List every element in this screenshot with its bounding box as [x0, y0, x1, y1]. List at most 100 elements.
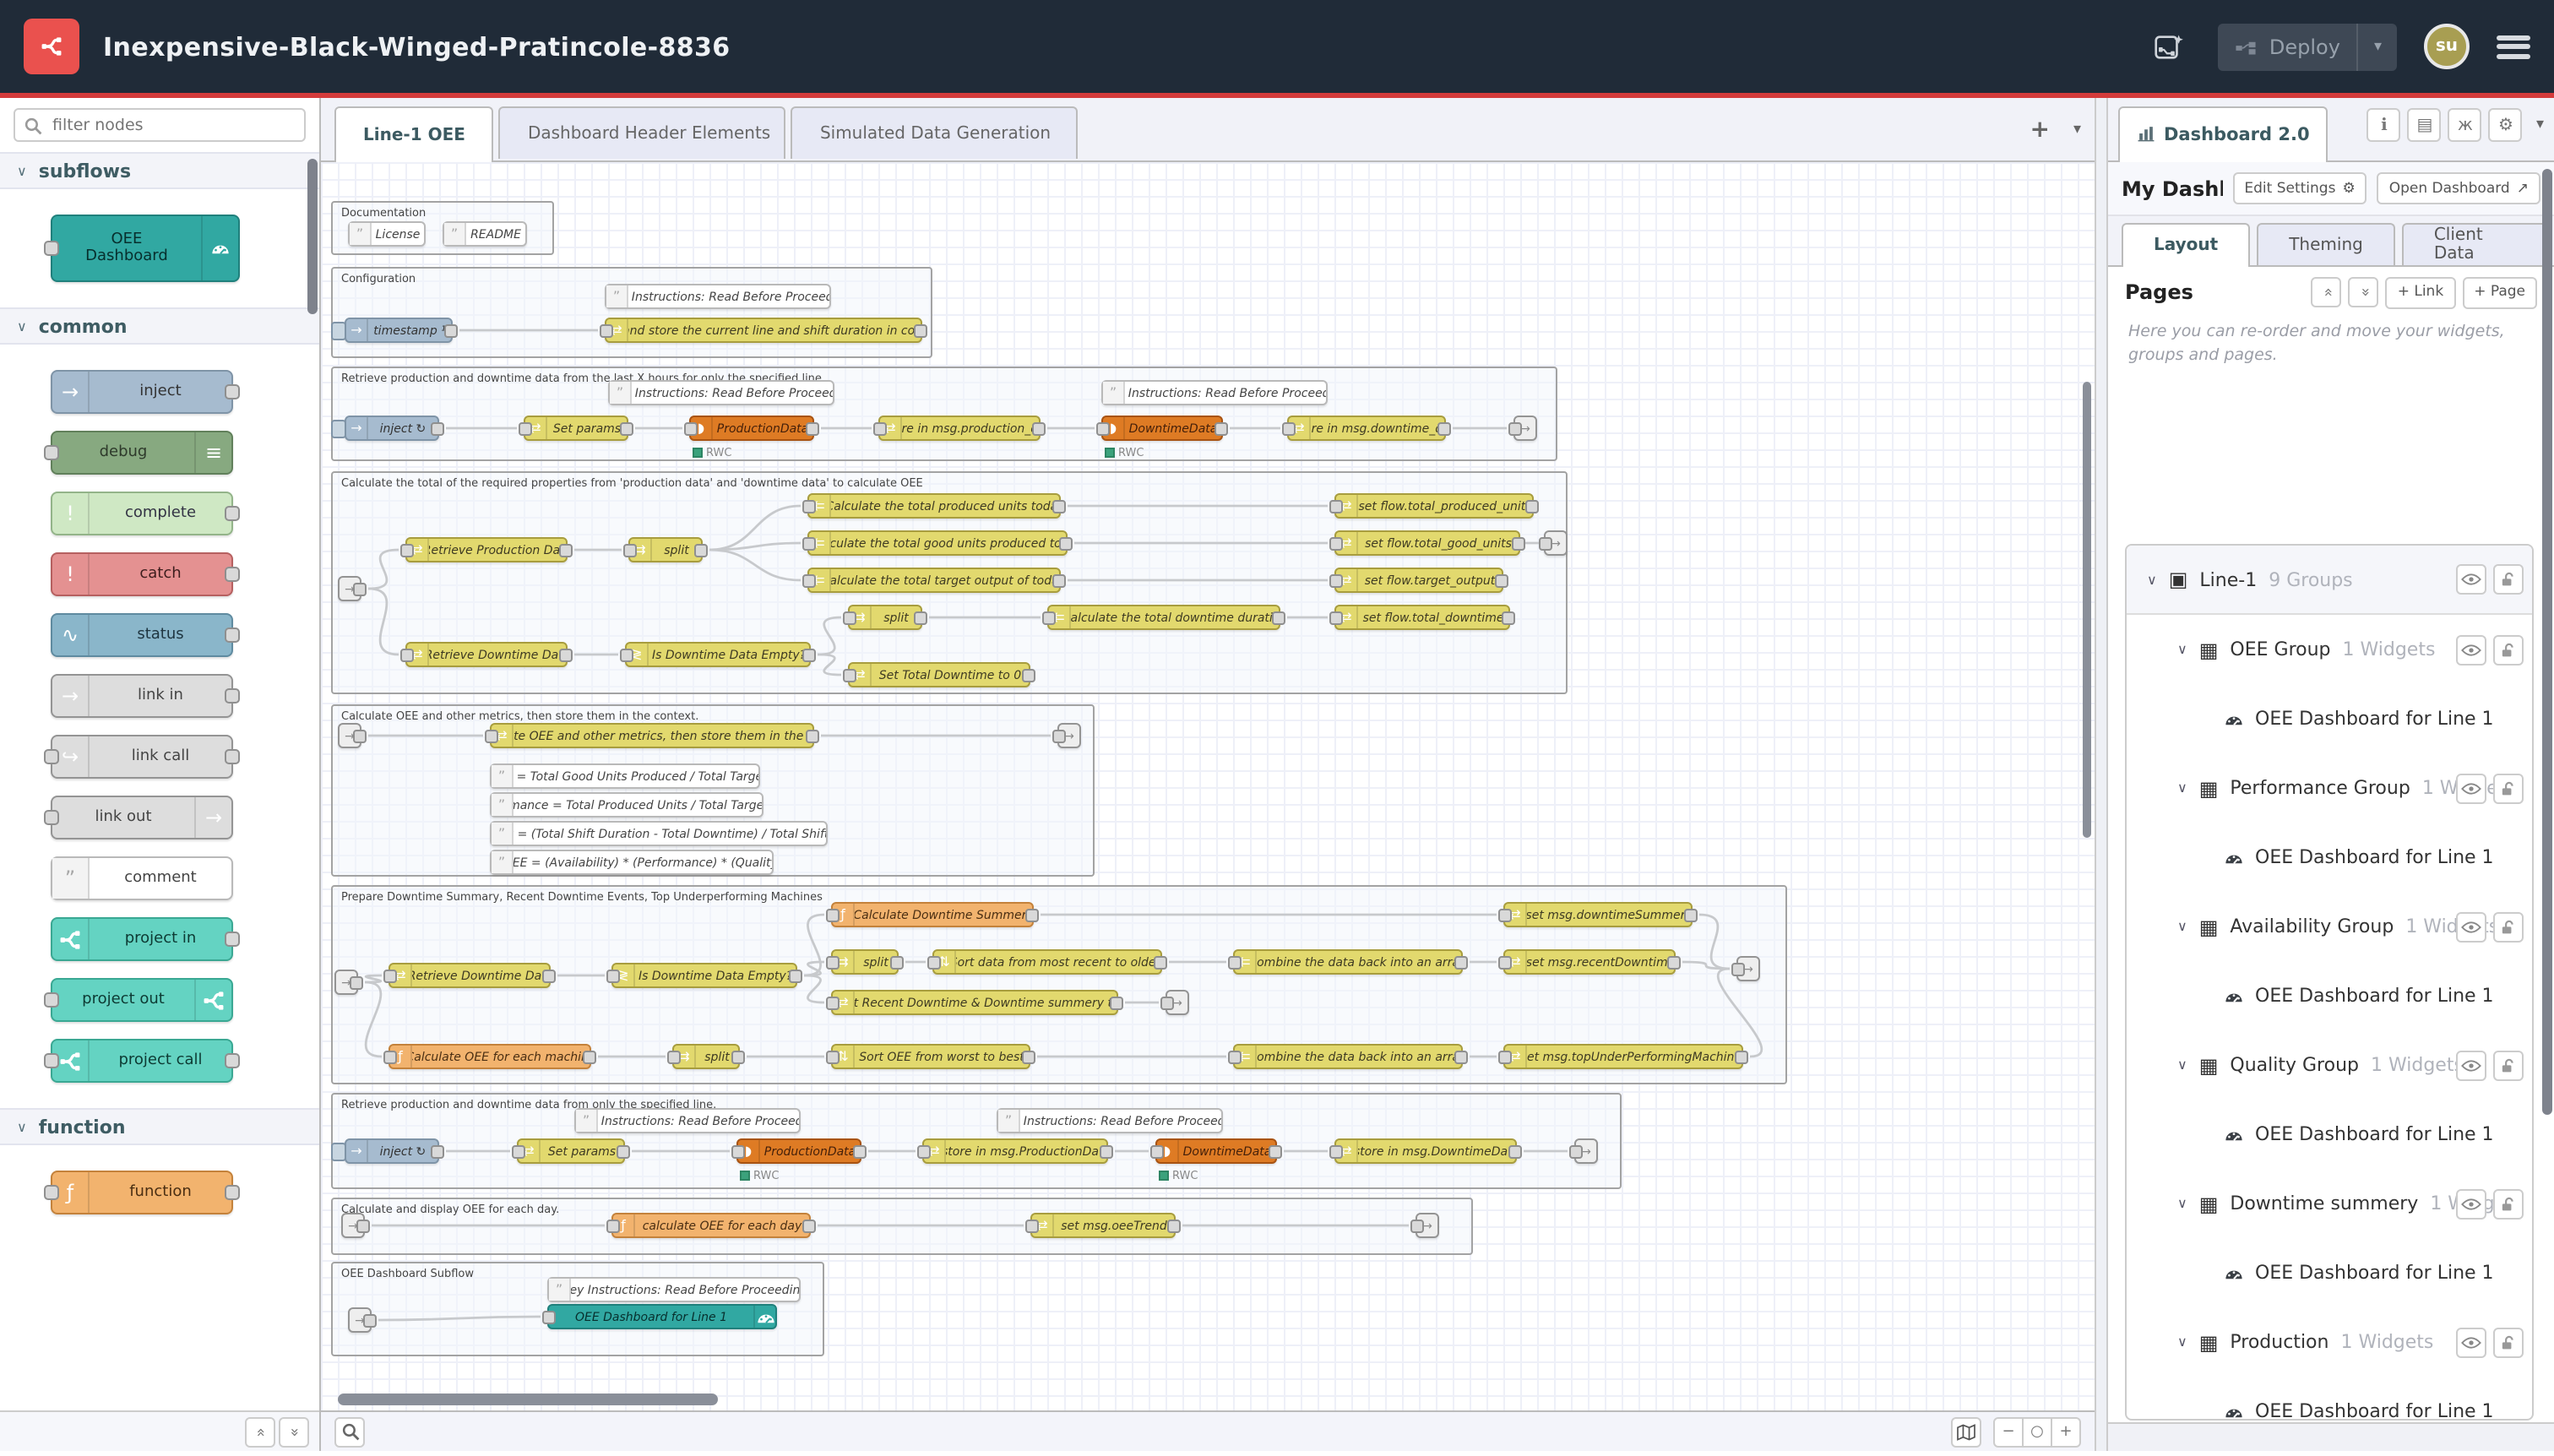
flow-node-linkin[interactable]: → [348, 1307, 372, 1333]
zoom-in-button[interactable]: + [2051, 1416, 2081, 1447]
node-input-port[interactable] [917, 1144, 931, 1158]
node-output-port[interactable] [1022, 668, 1035, 682]
flow-node-comment[interactable]: ”License [348, 221, 426, 247]
flow-node-comment[interactable]: ”Availavity = (Total Shift Duration - To… [490, 821, 828, 846]
node-input-port[interactable] [383, 1050, 397, 1063]
node-input-port[interactable] [620, 648, 633, 661]
flow-node-split[interactable]: ⇉split [848, 605, 922, 630]
flow-node-comment[interactable]: ”OEE = (Availability) * (Performance) * … [490, 850, 774, 875]
node-output-port[interactable] [559, 543, 573, 557]
tree-row-widget[interactable]: OEE Dashboard for Line 1 [2127, 823, 2532, 892]
add-page-button[interactable]: + Page [2462, 276, 2537, 308]
node-input-port[interactable] [1498, 1050, 1512, 1063]
palette-node-inject[interactable]: →inject [51, 370, 233, 414]
flow-node-inject[interactable]: →timestamp ¹ [345, 318, 453, 343]
palette-node-link-call[interactable]: ↪link call [51, 735, 233, 779]
visibility-toggle-button[interactable] [2456, 773, 2486, 803]
node-input-port[interactable] [383, 969, 397, 982]
flow-node-split[interactable]: ⇉split [628, 537, 703, 562]
node-output-port[interactable] [1508, 1144, 1522, 1158]
node-input-port[interactable] [1508, 421, 1522, 435]
node-output-port[interactable] [356, 1219, 370, 1232]
info-tab-button[interactable]: i [2367, 108, 2401, 142]
flow-node-function[interactable]: ƒcalculate OEE for each day [611, 1213, 811, 1238]
node-output-port[interactable] [583, 1050, 596, 1063]
node-input-port[interactable] [400, 648, 414, 661]
node-output-port[interactable] [1052, 573, 1066, 587]
palette-category-subflows[interactable]: ∨subflows [0, 152, 319, 189]
node-output-port[interactable] [1052, 499, 1066, 513]
node-output-port[interactable] [225, 932, 240, 947]
node-input-port[interactable] [1228, 955, 1242, 969]
flow-node-comment[interactable]: ”README [443, 221, 527, 247]
node-input-port[interactable] [44, 749, 59, 764]
node-input-port[interactable] [1329, 499, 1343, 513]
node-output-port[interactable] [1167, 1219, 1181, 1232]
flow-tab-dashboard-header-elements[interactable]: Dashboard Header Elements [499, 106, 786, 159]
node-output-port[interactable] [1059, 536, 1073, 550]
node-output-port[interactable] [1269, 1144, 1282, 1158]
sidebar-splitter[interactable] [2095, 98, 2108, 1451]
node-output-port[interactable] [1032, 421, 1046, 435]
node-input-port[interactable] [826, 955, 840, 969]
node-input-port[interactable] [623, 543, 637, 557]
sidebar-tab-dashboard[interactable]: Dashboard 2.0 [2118, 106, 2328, 162]
node-output-port[interactable] [620, 421, 633, 435]
flow-group[interactable]: Retrieve production and downtime data fr… [331, 367, 1557, 461]
flow-node-change[interactable]: ⇄Calculate OEE and other metrics, then s… [490, 723, 814, 748]
palette-node-project-out[interactable]: project out [51, 978, 233, 1022]
flow-node-inject[interactable]: →inject ↻ [345, 1138, 439, 1164]
add-link-button[interactable]: + Link [2386, 276, 2455, 308]
inject-button[interactable] [331, 1142, 346, 1160]
flow-node-influx[interactable]: ◗DowntimeData [1101, 416, 1223, 441]
flow-node-linkout[interactable]: → [1574, 1138, 1598, 1164]
user-avatar[interactable]: su [2424, 24, 2470, 69]
flow-node-sort[interactable]: ⇅Sort data from most recent to oldest [932, 949, 1162, 975]
node-input-port[interactable] [1150, 1144, 1164, 1158]
node-output-port[interactable] [1525, 499, 1539, 513]
lock-toggle-button[interactable] [2493, 911, 2524, 942]
deploy-button[interactable]: Deploy ▾ [2219, 23, 2397, 70]
flow-node-change[interactable]: ⇄set flow.total_good_units [1334, 530, 1520, 556]
node-input-port[interactable] [1329, 611, 1343, 624]
node-output-port[interactable] [1110, 996, 1123, 1009]
node-input-port[interactable] [873, 421, 887, 435]
node-input-port[interactable] [843, 611, 856, 624]
flow-node-change[interactable]: ⇄Retrieve Downtime Data [405, 642, 568, 667]
node-input-port[interactable] [802, 536, 816, 550]
node-output-port[interactable] [1502, 611, 1515, 624]
node-output-port[interactable] [363, 1313, 377, 1327]
flow-node-linkout[interactable]: → [1057, 723, 1081, 748]
sidebar-subtab-client-data[interactable]: Client Data [2402, 223, 2547, 265]
node-output-port[interactable] [1437, 421, 1451, 435]
flow-group[interactable]: Configuration [331, 267, 932, 358]
palette-node-project-in[interactable]: project in [51, 917, 233, 961]
palette-scrollbar[interactable] [307, 159, 318, 314]
flow-node-comment[interactable]: ”Key Instructions: Read Before Proceedin… [547, 1277, 801, 1302]
node-output-port[interactable] [353, 729, 367, 742]
palette-category-function[interactable]: ∨function [0, 1108, 319, 1145]
flow-node-linkin[interactable]: → [338, 723, 361, 748]
flow-node-comment[interactable]: ”Key Instructions: Read Before Proceedin… [997, 1108, 1223, 1133]
canvas-vertical-scrollbar[interactable] [2083, 382, 2091, 838]
visibility-toggle-button[interactable] [2456, 911, 2486, 942]
node-input-port[interactable] [1731, 962, 1745, 975]
node-output-port[interactable] [1025, 908, 1039, 921]
canvas-horizontal-scrollbar[interactable] [338, 1394, 718, 1405]
tree-row-group[interactable]: ∨▦Performance Group1 Widgets [2127, 753, 2532, 823]
node-input-port[interactable] [1329, 573, 1343, 587]
tree-row-group[interactable]: ∨▦Availability Group1 Widgets [2127, 892, 2532, 961]
flow-node-linkin[interactable]: → [334, 970, 358, 995]
node-output-port[interactable] [225, 384, 240, 399]
flow-node-change[interactable]: ⇄Set Recent Downtime & Downtime summery … [831, 990, 1118, 1015]
flow-node-function[interactable]: ƒCalculate OEE for each machine [389, 1044, 591, 1069]
flow-node-change[interactable]: ⇄set msg.oeeTrend [1030, 1213, 1176, 1238]
node-output-port[interactable] [225, 567, 240, 582]
flow-node-subflow[interactable]: OEE Dashboard for Line 1 [547, 1304, 777, 1329]
node-output-port[interactable] [890, 955, 904, 969]
node-output-port[interactable] [694, 543, 708, 557]
lock-toggle-button[interactable] [2493, 1327, 2524, 1357]
node-input-port[interactable] [400, 543, 414, 557]
palette-node-debug[interactable]: debug≡ [51, 431, 233, 475]
visibility-toggle-button[interactable] [2456, 564, 2486, 595]
